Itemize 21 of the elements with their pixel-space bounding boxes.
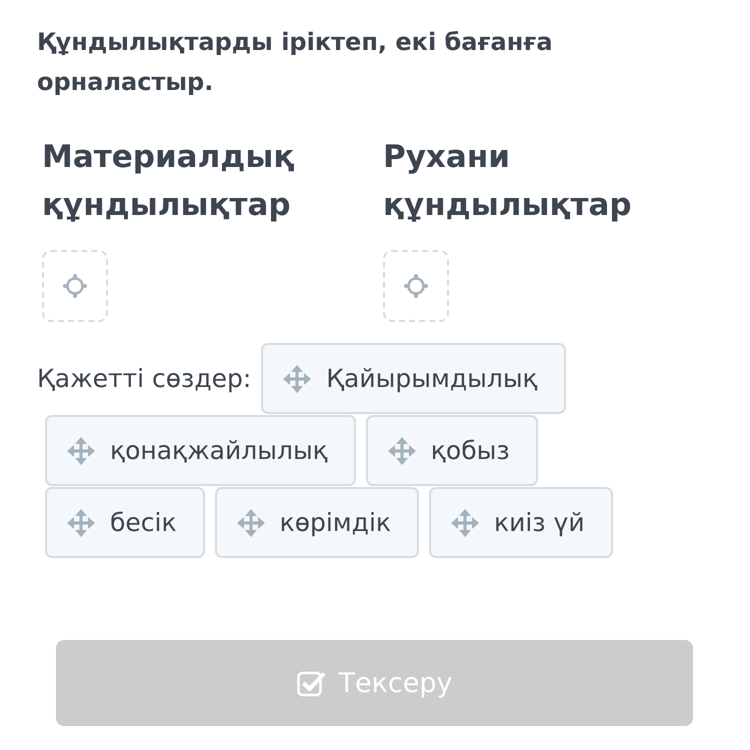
move-icon	[67, 508, 95, 536]
word-chip[interactable]: Қайырымдылық	[261, 343, 566, 414]
word-chip[interactable]: киіз үй	[429, 487, 613, 558]
move-icon	[236, 508, 265, 536]
word-chip[interactable]: қобыз	[366, 415, 538, 486]
drop-zone[interactable]	[42, 250, 108, 322]
word-chip[interactable]: көрімдік	[214, 487, 419, 558]
move-icon	[283, 364, 312, 392]
column-heading: Рухани құндылықтар	[383, 138, 633, 225]
move-icon	[451, 508, 479, 536]
word-chip[interactable]: қонақжайлылық	[45, 415, 356, 486]
crosshair-icon	[63, 274, 87, 298]
crosshair-icon	[404, 274, 428, 298]
drop-zone[interactable]	[383, 250, 449, 322]
column-heading: Материалдық құндылықтар	[42, 138, 296, 225]
check-square-icon	[296, 669, 326, 697]
move-icon	[67, 436, 95, 464]
instruction-text: Құндылықтарды іріктеп, екі бағанға орналастыр.	[36, 27, 554, 98]
move-icon	[388, 436, 416, 464]
word-chip[interactable]: бесік	[45, 487, 205, 558]
word-bank-label: Қажетті сөздер:	[37, 364, 252, 393]
